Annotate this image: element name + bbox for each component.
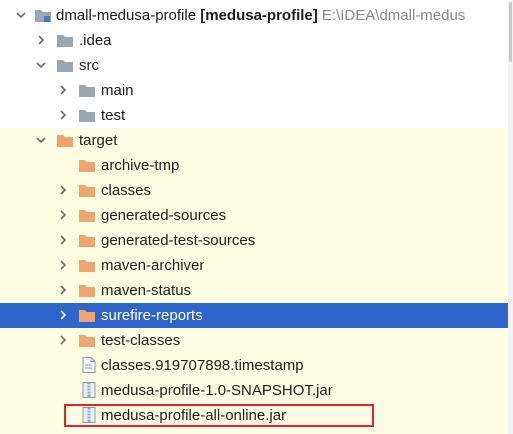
annotation-highlight-box xyxy=(64,404,374,427)
tree-row-main[interactable]: main xyxy=(0,78,508,103)
tree-label-target: target xyxy=(79,132,118,149)
chevron-right-icon[interactable] xyxy=(56,258,70,272)
tree-label-timestamp-file: classes.919707898.timestamp xyxy=(101,357,304,374)
chevron-right-icon[interactable] xyxy=(56,83,70,97)
tree-label-src: src xyxy=(79,57,99,74)
module-folder-icon xyxy=(34,7,52,23)
tree-label-generated-sources: generated-sources xyxy=(101,207,227,224)
chevron-down-icon[interactable] xyxy=(34,133,48,147)
folder-icon xyxy=(56,57,74,73)
project-tree: dmall-medusa-profile [medusa-profile] E:… xyxy=(0,0,513,434)
tree-row-surefire-reports[interactable]: surefire-reports xyxy=(0,303,508,328)
chevron-right-icon[interactable] xyxy=(56,333,70,347)
excluded-folder-icon xyxy=(78,232,96,248)
chevron-right-icon[interactable] xyxy=(56,233,70,247)
tree-label-snapshot-jar: medusa-profile-1.0-SNAPSHOT.jar xyxy=(101,382,333,399)
project-path: E:\IDEA\dmall-medus xyxy=(321,7,466,24)
tree-row-src[interactable]: src xyxy=(0,53,508,78)
excluded-folder-icon xyxy=(56,132,74,148)
tree-row-timestamp-file[interactable]: classes.919707898.timestamp xyxy=(0,353,508,378)
chevron-right-icon[interactable] xyxy=(56,108,70,122)
tree-row-archive-tmp[interactable]: archive-tmp xyxy=(0,153,508,178)
tree-row-target[interactable]: target xyxy=(0,128,508,153)
excluded-folder-icon xyxy=(78,307,96,323)
tree-row-project-root[interactable]: dmall-medusa-profile [medusa-profile] E:… xyxy=(0,3,508,28)
chevron-down-icon[interactable] xyxy=(14,8,28,22)
tree-label-test: test xyxy=(101,107,126,124)
excluded-folder-icon xyxy=(78,332,96,348)
tree-label-classes: classes xyxy=(101,182,152,199)
chevron-right-icon[interactable] xyxy=(56,283,70,297)
excluded-folder-icon xyxy=(78,282,96,298)
folder-icon xyxy=(78,107,96,123)
tree-row-generated-test-sources[interactable]: generated-test-sources xyxy=(0,228,508,253)
tree-label-maven-status: maven-status xyxy=(101,282,192,299)
chevron-right-icon[interactable] xyxy=(56,308,70,322)
tree-label-archive-tmp: archive-tmp xyxy=(101,157,180,174)
excluded-folder-icon xyxy=(78,257,96,273)
tree-label-main: main xyxy=(101,82,134,99)
tree-row-classes[interactable]: classes xyxy=(0,178,508,203)
tree-row-maven-archiver[interactable]: maven-archiver xyxy=(0,253,508,278)
tree-row-test-classes[interactable]: test-classes xyxy=(0,328,508,353)
module-name: [medusa-profile] xyxy=(200,7,318,24)
vertical-scrollbar[interactable] xyxy=(508,0,513,434)
folder-icon xyxy=(56,32,74,48)
chevron-right-icon[interactable] xyxy=(56,183,70,197)
tree-row-maven-status[interactable]: maven-status xyxy=(0,278,508,303)
tree-row-filler xyxy=(0,428,508,434)
tree-label-generated-test-sources: generated-test-sources xyxy=(101,232,256,249)
tree-label-surefire-reports: surefire-reports xyxy=(101,307,203,324)
jar-icon xyxy=(80,382,98,398)
tree-label-test-classes: test-classes xyxy=(101,332,181,349)
tree-label-maven-archiver: maven-archiver xyxy=(101,257,205,274)
excluded-folder-icon xyxy=(78,182,96,198)
excluded-folder-icon xyxy=(78,207,96,223)
tree-row-idea[interactable]: .idea xyxy=(0,28,508,53)
scrollbar-thumb[interactable] xyxy=(509,2,512,62)
chevron-down-icon[interactable] xyxy=(34,58,48,72)
project-name: dmall-medusa-profile xyxy=(56,7,197,24)
chevron-right-icon[interactable] xyxy=(34,33,48,47)
tree-row-test[interactable]: test xyxy=(0,103,508,128)
tree-label-idea: .idea xyxy=(79,32,112,49)
tree-row-generated-sources[interactable]: generated-sources xyxy=(0,203,508,228)
chevron-right-icon[interactable] xyxy=(56,208,70,222)
tree-row-snapshot-jar[interactable]: medusa-profile-1.0-SNAPSHOT.jar xyxy=(0,378,508,403)
folder-icon xyxy=(78,82,96,98)
excluded-folder-icon xyxy=(78,157,96,173)
file-icon xyxy=(80,357,98,373)
